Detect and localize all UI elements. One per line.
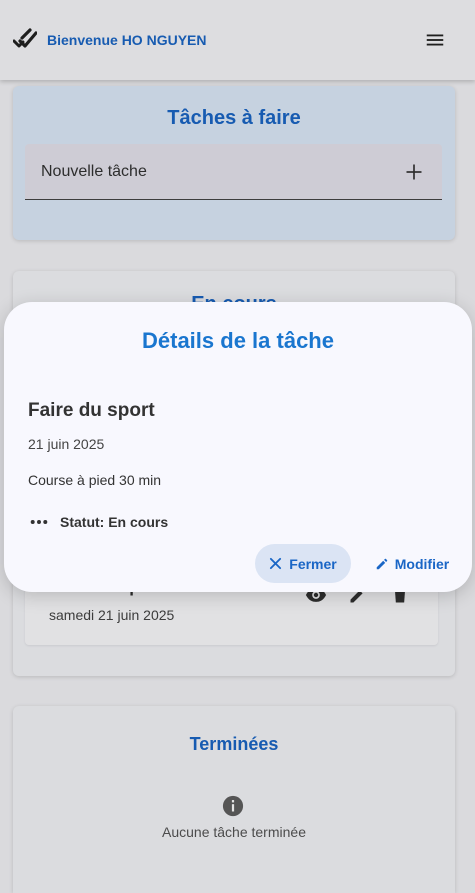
close-icon xyxy=(269,557,283,571)
dialog-task-name: Faire du sport xyxy=(28,400,155,421)
dialog-title: Détails de la tâche xyxy=(142,328,334,353)
close-button-label: Fermer xyxy=(289,555,337,572)
edit-button[interactable]: Modifier xyxy=(364,544,460,583)
pencil-icon xyxy=(375,557,389,571)
edit-button-label: Modifier xyxy=(394,555,450,572)
status-row: Statut: En cours xyxy=(30,514,168,530)
close-button[interactable]: Fermer xyxy=(255,544,351,583)
dialog-task-date: 21 juin 2025 xyxy=(28,436,105,452)
task-details-dialog: Détails de la tâche Faire du sport 21 ju… xyxy=(4,302,472,592)
more-horiz-icon xyxy=(30,515,50,529)
dialog-task-description: Course à pied 30 min xyxy=(28,472,162,488)
status-text: Statut: En cours xyxy=(60,514,169,530)
